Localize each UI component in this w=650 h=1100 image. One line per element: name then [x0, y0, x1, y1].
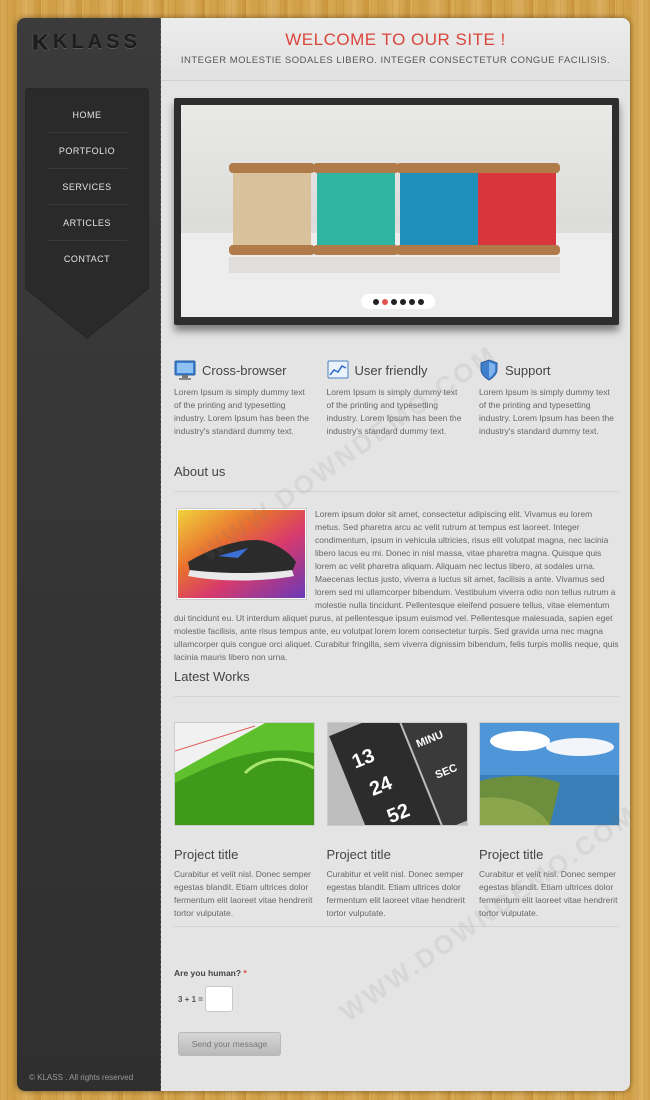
- slider-dot[interactable]: [417, 298, 424, 305]
- feature-title: Support: [505, 362, 551, 378]
- work-item: Project title Curabitur et velit nisl. D…: [174, 722, 315, 920]
- copyright: © KLASS . All rights reserved: [29, 1073, 134, 1082]
- logo-mark-icon: [32, 33, 50, 51]
- work-item: Project title Curabitur et velit nisl. D…: [479, 722, 620, 920]
- logo[interactable]: KLASS: [31, 28, 141, 56]
- nav-item-services[interactable]: SERVICES: [47, 168, 127, 204]
- feature-support: Support Lorem Ipsum is simply dummy text…: [479, 358, 619, 438]
- captcha-label: Are you human? *: [174, 968, 247, 978]
- feature-text: Lorem Ipsum is simply dummy text of the …: [479, 387, 614, 436]
- work-title[interactable]: Project title: [479, 847, 619, 862]
- divider: [174, 696, 619, 697]
- slider-dot[interactable]: [372, 298, 379, 305]
- work-image-coast[interactable]: [479, 722, 620, 826]
- spool-teal: [313, 163, 399, 255]
- sidebar: KLASS HOME PORTFOLIO SERVICES ARTICLES C…: [17, 18, 161, 1091]
- work-title[interactable]: Project title: [174, 847, 314, 862]
- slide-image-thread-spools: [181, 105, 612, 317]
- feature-text: Lorem Ipsum is simply dummy text of the …: [326, 387, 462, 436]
- site-subtitle: INTEGER MOLESTIE SODALES LIBERO. INTEGER…: [180, 55, 611, 66]
- about-image-sneaker: [176, 508, 307, 600]
- latest-works: Project title Curabitur et velit nisl. D…: [174, 686, 620, 920]
- slider-dot-active[interactable]: [381, 298, 388, 305]
- captcha-label-text: Are you human?: [174, 968, 242, 978]
- feature-title: User friendly: [354, 362, 428, 378]
- header: WELCOME TO OUR SITE ! INTEGER MOLESTIE S…: [161, 18, 630, 81]
- spool-blue: [396, 163, 482, 255]
- nav-item-portfolio[interactable]: PORTFOLIO: [47, 132, 127, 168]
- features: Cross-browser Lorem Ipsum is simply dumm…: [174, 358, 619, 438]
- work-text: Curabitur et velit nisl. Donec semper eg…: [479, 869, 618, 918]
- image-slider: [174, 98, 619, 325]
- work-text: Curabitur et velit nisl. Donec semper eg…: [326, 869, 465, 918]
- about-heading: About us: [174, 464, 226, 479]
- divider: [174, 491, 619, 492]
- feature-title: Cross-browser: [202, 362, 287, 378]
- send-message-button[interactable]: Send your message: [178, 1032, 281, 1056]
- nav-item-articles[interactable]: ARTICLES: [47, 204, 127, 240]
- feature-text: Lorem Ipsum is simply dummy text of the …: [174, 387, 309, 436]
- chart-icon: [327, 360, 348, 379]
- work-image-leaves[interactable]: [174, 722, 315, 826]
- nav-item-home[interactable]: HOME: [47, 97, 127, 132]
- work-text: Curabitur et velit nisl. Donec semper eg…: [174, 869, 313, 918]
- slider-dot[interactable]: [408, 298, 415, 305]
- page-container: KLASS HOME PORTFOLIO SERVICES ARTICLES C…: [17, 18, 630, 1091]
- captcha-question: 3 + 1 =: [178, 995, 203, 1004]
- slider-pagination: [361, 294, 435, 309]
- shield-icon: [480, 359, 498, 381]
- work-title[interactable]: Project title: [327, 847, 467, 862]
- slider-dot[interactable]: [390, 298, 397, 305]
- nav-item-contact[interactable]: CONTACT: [47, 240, 127, 276]
- slider-dot[interactable]: [399, 298, 406, 305]
- work-item: 13 24 52 MINU SEC Project title Curabitu…: [326, 686, 500, 920]
- feature-user-friendly: User friendly Lorem Ipsum is simply dumm…: [327, 358, 467, 438]
- feature-cross-browser: Cross-browser Lorem Ipsum is simply dumm…: [174, 358, 314, 438]
- about-section: Lorem ipsum dolor sit amet, consectetur …: [174, 508, 619, 664]
- main-navigation: HOME PORTFOLIO SERVICES ARTICLES CONTACT: [25, 88, 149, 340]
- required-mark: *: [243, 968, 247, 978]
- monitor-icon: [174, 360, 196, 380]
- spool-beige: [229, 163, 315, 255]
- spool-red: [474, 163, 560, 255]
- captcha-input[interactable]: [205, 986, 233, 1012]
- site-title: WELCOME TO OUR SITE !: [285, 30, 506, 49]
- divider: [174, 926, 619, 927]
- work-image-calendar[interactable]: 13 24 52 MINU SEC: [326, 686, 500, 857]
- main-content: WELCOME TO OUR SITE ! INTEGER MOLESTIE S…: [161, 18, 630, 1091]
- logo-text: KLASS: [53, 30, 141, 53]
- latest-works-heading: Latest Works: [174, 669, 250, 684]
